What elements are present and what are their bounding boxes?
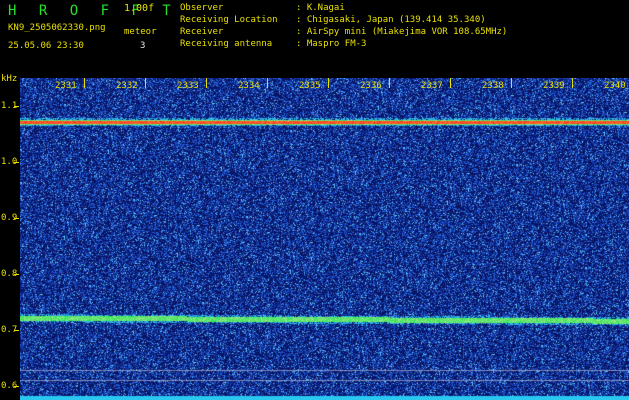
x-tick-mark	[84, 78, 85, 88]
x-tick-label: 2334	[238, 81, 260, 91]
x-tick-mark	[145, 78, 146, 88]
y-tick-mark	[14, 106, 19, 107]
meta-sep: : K.Nagai	[296, 3, 345, 13]
meta-key-observer: Observer	[180, 3, 224, 13]
x-tick-mark	[206, 78, 207, 88]
meta-value-antenna: Maspro FM-3	[306, 39, 367, 49]
x-tick-label: 2333	[177, 81, 199, 91]
x-tick-mark	[511, 78, 512, 88]
meta-sep: : Maspro FM-3	[296, 39, 367, 49]
x-tick-mark	[572, 78, 573, 88]
x-tick-label: 2339	[543, 81, 565, 91]
detection-label: meteor	[124, 27, 157, 37]
y-unit-label: kHz	[1, 74, 18, 84]
x-tick-mark	[450, 78, 451, 88]
x-tick-label: 2336	[360, 81, 382, 91]
meta-value-observer: K.Nagai	[306, 3, 345, 13]
meta-key-antenna: Receiving antenna	[180, 39, 273, 49]
meta-key-location: Receiving Location	[180, 15, 278, 25]
meta-key-receiver: Receiver	[180, 27, 224, 37]
x-tick-label: 2332	[116, 81, 138, 91]
info-header: H R O F F T 1.00f KN9_2505062330.png met…	[0, 0, 629, 74]
version-label: 1.00f	[124, 3, 155, 14]
meta-value-receiver: AirSpy mini (Miakejima VOR 108.65MHz)	[306, 27, 508, 37]
detection-count: 3	[140, 41, 146, 51]
meta-sep: : Chigasaki, Japan (139.414 35.340)	[296, 15, 486, 25]
y-tick-mark	[14, 386, 19, 387]
x-tick-mark	[267, 78, 268, 88]
meta-value-location: Chigasaki, Japan (139.414 35.340)	[306, 15, 486, 25]
x-tick-mark	[328, 78, 329, 88]
x-tick-label: 2335	[299, 81, 321, 91]
y-tick-mark	[14, 162, 19, 163]
filename-label: KN9_2505062330.png	[8, 23, 106, 33]
x-tick-label: 2338	[482, 81, 504, 91]
datetime-label: 25.05.06 23:30	[8, 41, 84, 51]
x-tick-label: 2337	[421, 81, 443, 91]
spectrogram-canvas	[20, 78, 629, 400]
meta-sep: : AirSpy mini (Miakejima VOR 108.65MHz)	[296, 27, 508, 37]
y-tick-mark	[14, 330, 19, 331]
x-tick-label: 2340	[604, 81, 626, 91]
y-tick-mark	[14, 274, 19, 275]
y-tick-mark	[14, 218, 19, 219]
x-tick-label: 2331	[55, 81, 77, 91]
x-tick-mark	[389, 78, 390, 88]
